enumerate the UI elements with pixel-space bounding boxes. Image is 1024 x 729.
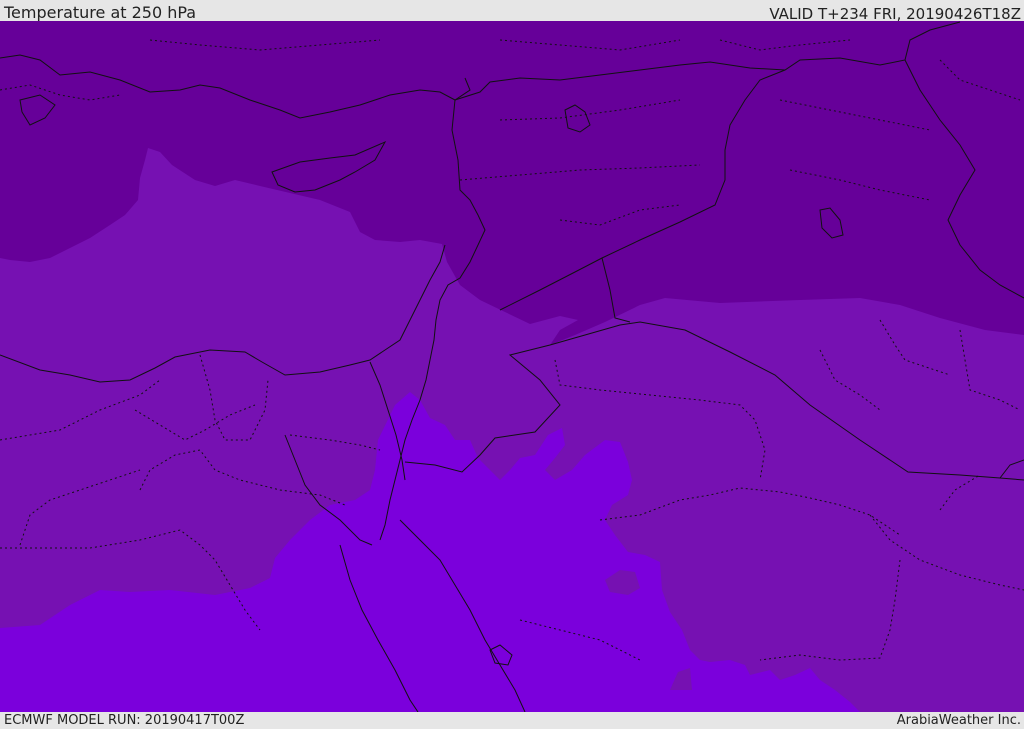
temperature-map[interactable] xyxy=(0,21,1024,712)
map-title: Temperature at 250 hPa xyxy=(4,3,197,22)
footer-bar: ECMWF MODEL RUN: 20190417T00Z ArabiaWeat… xyxy=(0,712,1024,729)
credit-text: ArabiaWeather Inc. xyxy=(896,713,1021,728)
model-run: ECMWF MODEL RUN: 20190417T00Z xyxy=(4,713,245,728)
header-bar: Temperature at 250 hPa VALID T+234 FRI, … xyxy=(0,0,1024,23)
